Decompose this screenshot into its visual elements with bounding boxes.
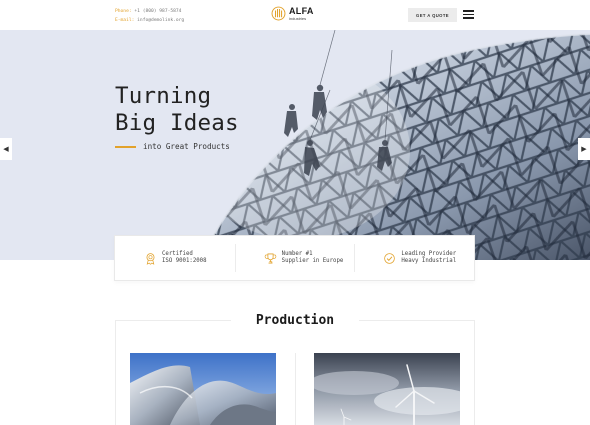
feature-certified-line-2: ISO 9001:2008 [162,258,207,264]
phone-label: Phone: [115,9,132,14]
logo[interactable]: ALFA industries [271,6,314,21]
features-card: Certified ISO 9001:2008 Number #1 Suppli… [114,235,475,281]
email-value[interactable]: info@demolink.org [137,18,184,23]
feature-leading-provider-line-2: Heavy Industrial [401,258,457,264]
architecture-photo [130,353,276,425]
get-quote-button[interactable]: GET A QUOTE [408,8,457,22]
logo-name: ALFA [289,5,314,16]
feature-number-one-line-1: Number #1 [281,250,313,257]
logo-subtitle: industries [289,15,307,21]
phone-value[interactable]: +1 (800) 987-5874 [134,9,181,14]
check-circle-icon [384,252,396,264]
feature-certified: Certified ISO 9001:2008 [115,236,235,280]
hero-subtitle: into Great Products [115,142,230,151]
production-divider [295,353,296,425]
trophy-icon [264,253,276,263]
email-label: E-mail: [115,18,135,23]
production-image-architecture[interactable] [130,353,276,425]
hamburger-menu-icon[interactable] [463,10,474,19]
logo-mark-icon [271,6,286,21]
award-ribbon-icon [146,252,155,265]
hero-subtitle-text: into Great Products [143,142,230,151]
production-title: Production [231,311,359,331]
feature-leading-provider: Leading Provider Heavy Industrial [354,236,474,280]
feature-certified-line-1: Certified [162,250,193,257]
slider-next-arrow-icon[interactable]: ▶ [578,138,590,160]
accent-dash [115,145,136,148]
feature-number-one-line-2: Supplier in Europe [281,258,344,264]
slider-prev-arrow-icon[interactable]: ◀ [0,138,12,160]
production-image-wind-turbines[interactable] [314,353,460,425]
feature-number-one: Number #1 Supplier in Europe [234,236,355,280]
hero-title: Turning Big Ideas [115,83,239,137]
site-header: Phone: +1 (800) 987-5874 E-mail: info@de… [0,0,590,30]
feature-leading-provider-line-1: Leading Provider [401,250,457,257]
contact-info: Phone: +1 (800) 987-5874 E-mail: info@de… [115,7,184,25]
hero-title-line-1: Turning [115,83,212,109]
wind-turbine-photo [314,353,460,425]
hero-title-line-2: Big Ideas [115,110,239,136]
hero-slider: Turning Big Ideas into Great Products ◀ … [0,30,590,260]
hero-glass-dome-image [199,30,590,260]
